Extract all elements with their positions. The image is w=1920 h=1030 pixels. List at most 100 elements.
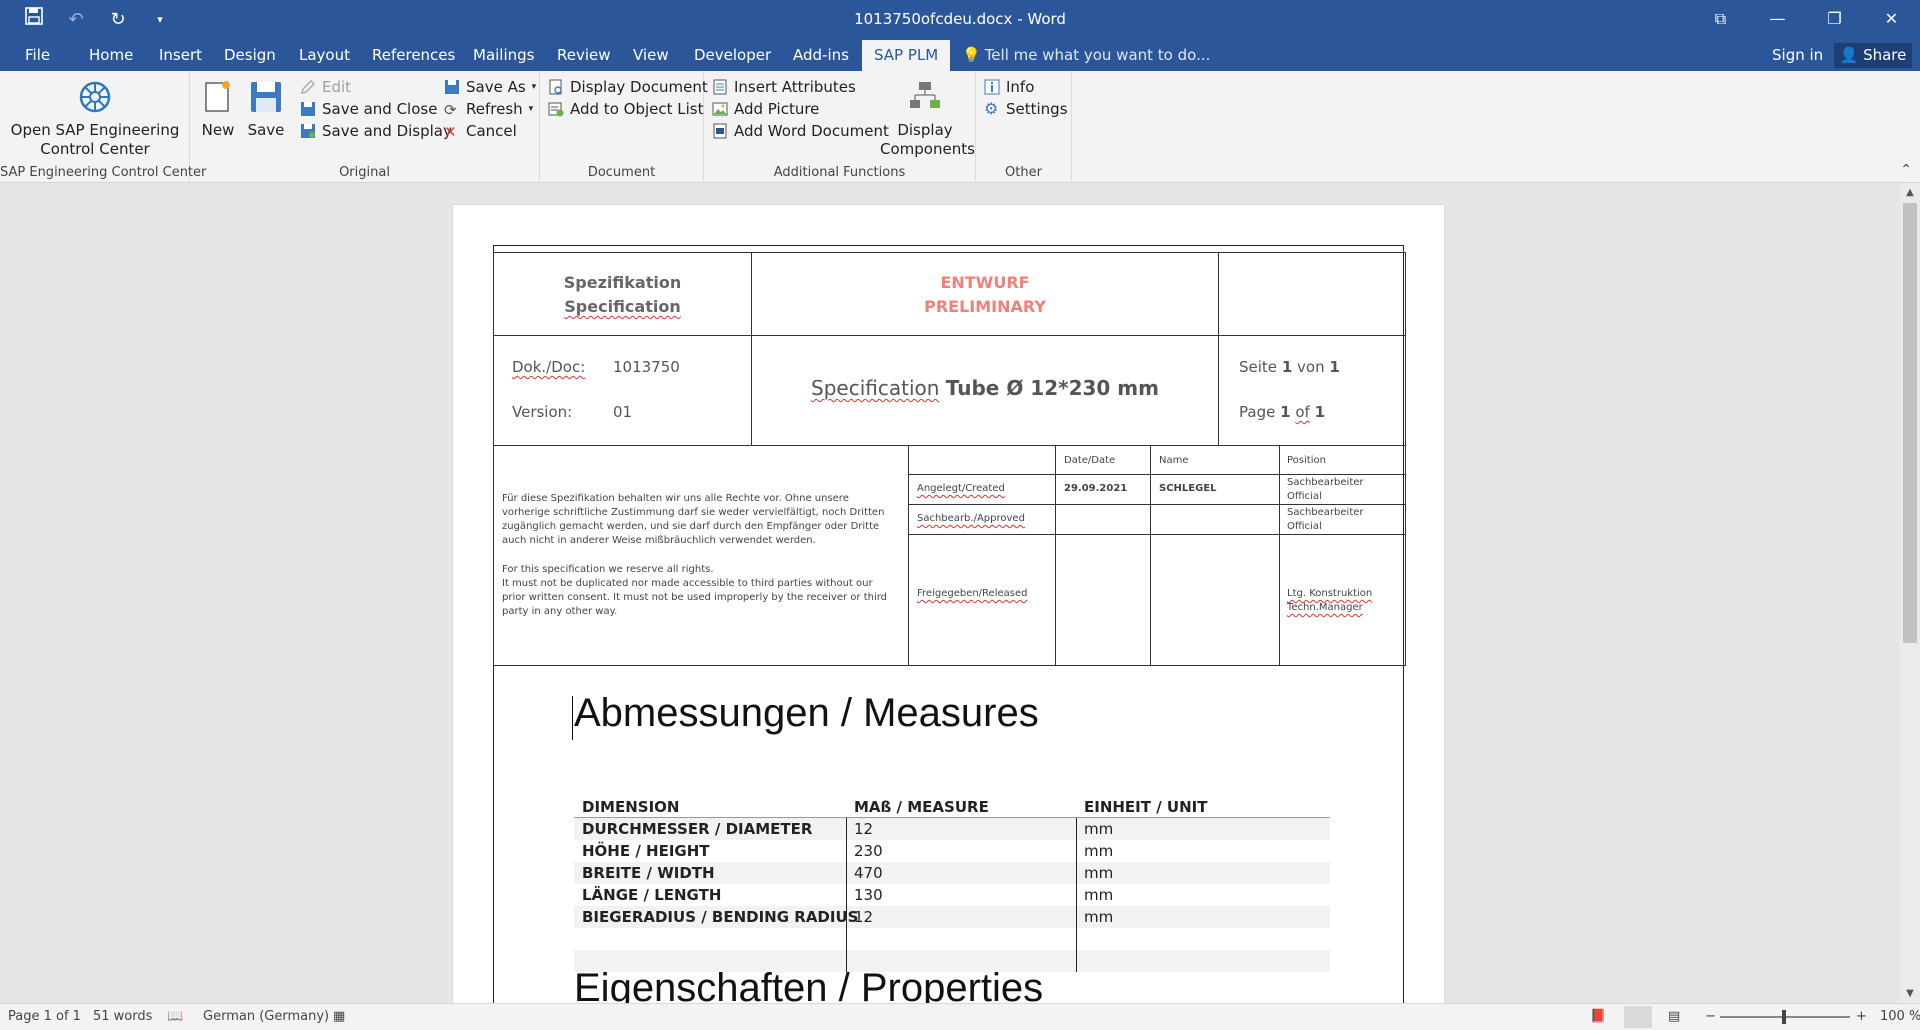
approval-table: Date/Date Name Position Angelegt/Created… [908, 445, 1406, 666]
measures-heading: Abmessungen / Measures [574, 691, 1039, 736]
row-measure: 470 [854, 864, 883, 882]
hierarchy-icon [907, 79, 943, 117]
row-dimension: LÄNGE / LENGTH [582, 886, 722, 904]
tab-addins[interactable]: Add-ins [793, 40, 849, 71]
display-components-button[interactable]: Display Components [880, 79, 975, 159]
macro-record-icon[interactable]: ▦ [333, 1009, 345, 1024]
group-label-ecc: SAP Engineering Control Center [0, 165, 207, 180]
table-row: BIEGERADIUS / BENDING RADIUS 12 mm [574, 906, 1330, 928]
display-document-label: Display Document [570, 78, 708, 96]
col-date: Date/Date [1064, 455, 1116, 466]
ribbon: Open SAP Engineering Control Center SAP … [0, 71, 1920, 183]
save-display-icon [300, 123, 316, 139]
zoom-slider-thumb[interactable] [1782, 1010, 1786, 1024]
print-layout-icon[interactable] [1624, 1006, 1652, 1028]
add-list-icon [548, 101, 564, 117]
row-dimension: DURCHMESSER / DIAMETER [582, 820, 813, 838]
web-layout-icon[interactable]: ▤ [1668, 1009, 1680, 1024]
draft-de: ENTWURF [940, 273, 1030, 292]
tab-home[interactable]: Home [89, 40, 133, 71]
status-language[interactable]: German (Germany) [203, 1009, 329, 1024]
ribbon-tabs: File Home Insert Design Layout Reference… [0, 40, 1920, 71]
row-measure: 12 [854, 908, 874, 926]
tab-mailings[interactable]: Mailings [473, 40, 534, 71]
edit-button[interactable]: Edit [300, 76, 351, 98]
sign-in-link[interactable]: Sign in [1772, 40, 1823, 71]
save-and-close-button[interactable]: Save and Close [300, 98, 437, 120]
ribbon-display-icon[interactable]: ⧉ [1692, 0, 1749, 40]
insert-attributes-button[interactable]: Insert Attributes [712, 76, 856, 98]
save-as-button[interactable]: Save As ▾ [444, 76, 536, 98]
tab-layout[interactable]: Layout [299, 40, 350, 71]
refresh-button[interactable]: ⟳ Refresh ▾ [444, 98, 533, 120]
save-close-label: Save and Close [322, 100, 438, 118]
save-and-display-button[interactable]: Save and Display [300, 120, 452, 142]
tab-developer[interactable]: Developer [694, 40, 771, 71]
document-glasses-icon [548, 79, 564, 95]
tab-insert[interactable]: Insert [159, 40, 202, 71]
row-measure: 230 [854, 842, 883, 860]
tab-file[interactable]: File [25, 40, 50, 71]
save-big-button[interactable]: Save [246, 79, 286, 140]
settings-label: Settings [1006, 100, 1068, 118]
tab-view[interactable]: View [633, 40, 669, 71]
proofing-icon[interactable]: 📖 [167, 1009, 183, 1024]
rights-notice-cell: Für diese Spezifikation behalten wir uns… [493, 445, 909, 666]
title-bar: ↶ ↻ ▾ 1013750ofcdeu.docx - Word ⧉ — ❐ ✕ [0, 0, 1920, 40]
doc-number-cell: Dok./Doc: 1013750 Version: 01 [493, 335, 752, 446]
row-unit: mm [1084, 820, 1114, 838]
tab-design[interactable]: Design [224, 40, 276, 71]
picture-icon [712, 101, 728, 117]
settings-button[interactable]: ⚙ Settings [984, 98, 1068, 120]
tab-review[interactable]: Review [557, 40, 611, 71]
add-picture-button[interactable]: Add Picture [712, 98, 819, 120]
released-label: Freigegeben/Released [917, 588, 1028, 599]
tell-me-search[interactable]: 💡 Tell me what you want to do... [962, 40, 1210, 71]
new-button[interactable]: New [198, 79, 238, 140]
document-page[interactable]: Spezifikation Specification ENTWURF PREL… [453, 205, 1444, 1003]
display-document-button[interactable]: Display Document [548, 76, 708, 98]
page-no-en: 1 [1280, 403, 1291, 421]
add-to-object-list-label: Add to Object List [570, 100, 704, 118]
open-ecc-button[interactable]: Open SAP Engineering Control Center [10, 79, 180, 159]
gear-icon: ⚙ [984, 99, 999, 118]
document-area[interactable]: Spezifikation Specification ENTWURF PREL… [0, 183, 1900, 1003]
group-additional-functions: Insert Attributes Add Picture Add Word D… [704, 71, 976, 183]
insert-attributes-label: Insert Attributes [734, 78, 856, 96]
cancel-button[interactable]: ✕ Cancel [444, 120, 517, 142]
dropdown-arrow-icon: ▾ [531, 82, 537, 92]
zoom-out-icon[interactable]: − [1705, 1009, 1716, 1024]
open-ecc-label-1: Open SAP Engineering [10, 121, 180, 139]
restore-icon[interactable]: ❐ [1806, 0, 1863, 40]
doc-title-spec: Specification [811, 376, 940, 400]
scroll-thumb[interactable] [1903, 203, 1917, 643]
zoom-level[interactable]: 100 % [1880, 1009, 1920, 1024]
share-label: Share [1863, 46, 1907, 64]
doc-label: Dok./Doc: [512, 358, 586, 376]
tab-sap-plm[interactable]: SAP PLM [862, 40, 951, 71]
status-words[interactable]: 51 words [93, 1009, 152, 1024]
minimize-icon[interactable]: — [1749, 0, 1806, 40]
read-mode-icon[interactable]: 📕 [1590, 1009, 1606, 1024]
group-label-document: Document [587, 165, 656, 180]
header-measure: MAß / MEASURE [854, 798, 989, 816]
scroll-up-icon[interactable]: ▲ [1900, 187, 1920, 198]
info-button[interactable]: Info [984, 76, 1034, 98]
row-measure: 12 [854, 820, 874, 838]
lightbulb-icon: 💡 [962, 46, 981, 64]
scroll-down-icon[interactable]: ▼ [1900, 988, 1920, 999]
tab-references[interactable]: References [372, 40, 455, 71]
collapse-ribbon-icon[interactable]: ⌃ [1900, 162, 1912, 178]
tell-me-text: Tell me what you want to do... [984, 46, 1211, 64]
add-to-object-list-button[interactable]: Add to Object List [548, 98, 703, 120]
zoom-in-icon[interactable]: + [1856, 1009, 1867, 1024]
word-document-icon [712, 123, 728, 139]
vertical-scrollbar[interactable]: ▲ ▼ [1900, 183, 1920, 1003]
group-sap-ecc: Open SAP Engineering Control Center SAP … [0, 71, 207, 183]
share-button[interactable]: 👤 Share [1834, 43, 1912, 68]
close-icon[interactable]: ✕ [1863, 0, 1920, 40]
draft-cell: ENTWURF PRELIMINARY [751, 252, 1219, 336]
refresh-label: Refresh [466, 100, 523, 118]
status-page[interactable]: Page 1 of 1 [8, 1009, 81, 1024]
add-word-document-button[interactable]: Add Word Document [712, 120, 889, 142]
